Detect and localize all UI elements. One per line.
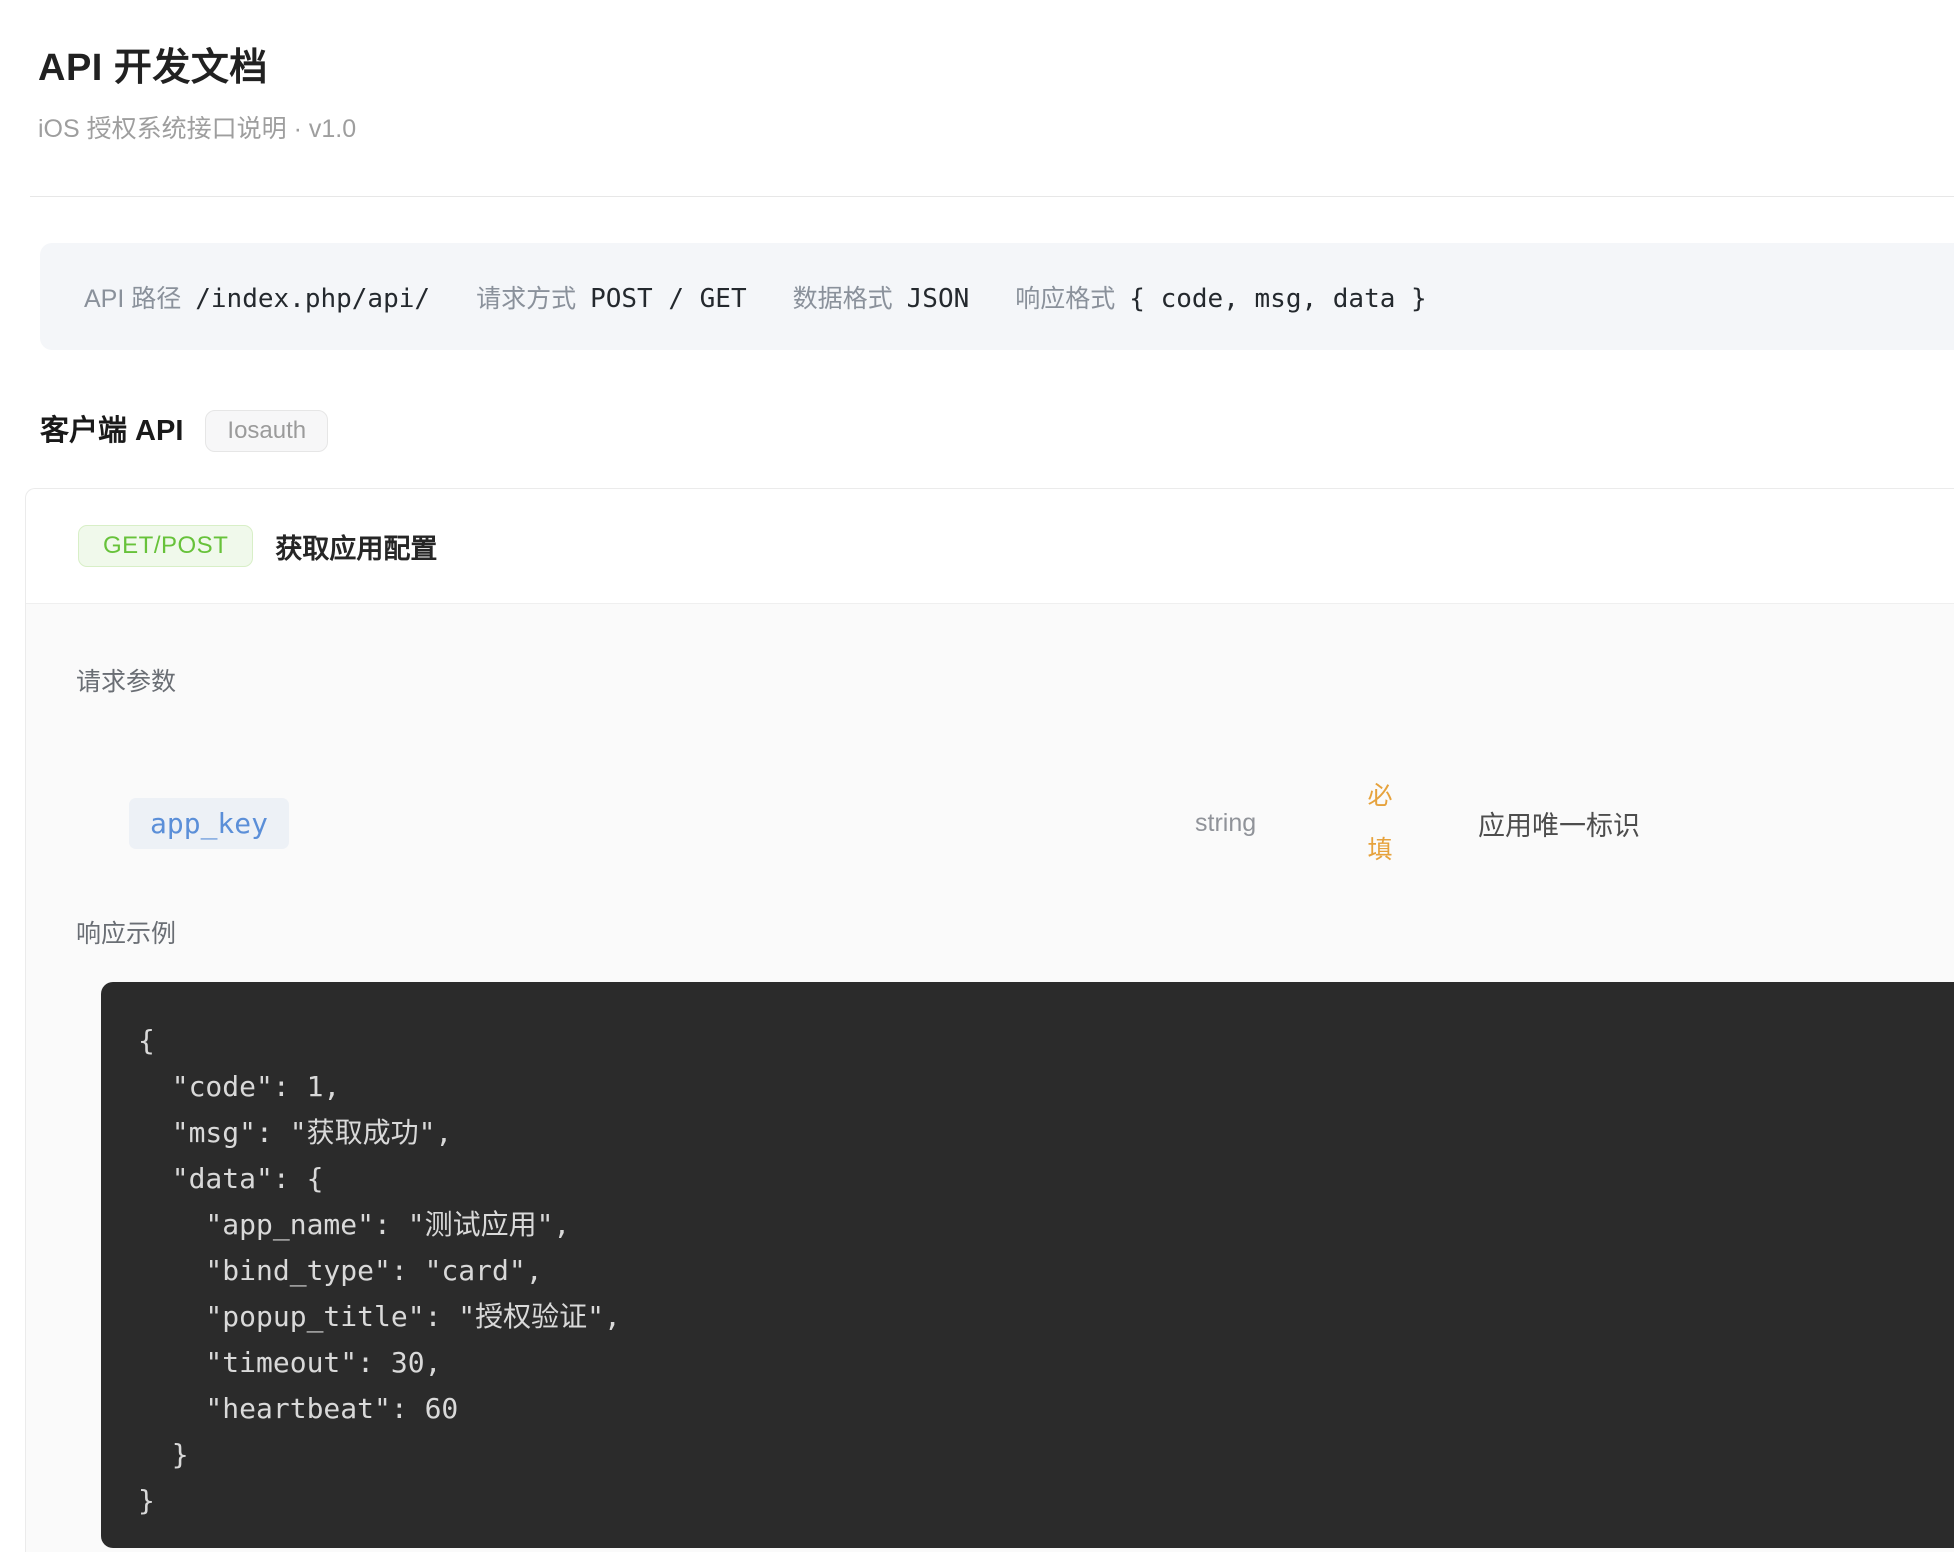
meta-value-data-format: JSON [907,284,970,314]
section-tag-badge: Iosauth [205,410,328,452]
meta-item-data-format: 数据格式 JSON [793,279,970,315]
param-required-badge: 必填 [1363,769,1397,877]
meta-item-api-path: API 路径 /index.php/api/ [84,279,430,315]
meta-value-request-method: POST / GET [590,284,747,314]
meta-value-response-format: { code, msg, data } [1129,284,1426,314]
http-method-badge: GET/POST [78,525,253,567]
meta-item-response-format: 响应格式 { code, msg, data } [1015,279,1426,315]
page-title: API 开发文档 [38,46,1954,90]
param-type: string [1195,809,1363,838]
section-title: 客户端 API [40,410,183,452]
meta-item-request-method: 请求方式 POST / GET [476,279,747,315]
param-name-chip: app_key [129,798,289,849]
response-json-code-block: { "code": 1, "msg": "获取成功", "data": { "a… [101,982,1954,1548]
endpoint-title: 获取应用配置 [275,527,437,566]
meta-label: 请求方式 [476,279,576,315]
response-example-label: 响应示例 [76,919,1954,949]
api-meta-bar: API 路径 /index.php/api/ 请求方式 POST / GET 数… [40,243,1954,350]
param-row: app_key string 必填 应用唯一标识 [76,769,1954,877]
endpoint-card-header: GET/POST 获取应用配置 [26,489,1954,603]
meta-label: 响应格式 [1015,279,1115,315]
client-api-section-heading: 客户端 API Iosauth [40,410,1954,452]
param-description: 应用唯一标识 [1478,804,1954,843]
meta-label: 数据格式 [793,279,893,315]
page-header: API 开发文档 iOS 授权系统接口说明 · v1.0 [0,0,1954,144]
header-divider [30,196,1954,197]
endpoint-card: GET/POST 获取应用配置 请求参数 app_key string 必填 应… [25,488,1954,1552]
meta-value-api-path: /index.php/api/ [195,284,430,314]
page-subtitle: iOS 授权系统接口说明 · v1.0 [38,114,1954,144]
meta-label: API 路径 [84,279,181,315]
request-params-label: 请求参数 [76,667,1954,697]
endpoint-card-body: 请求参数 app_key string 必填 应用唯一标识 响应示例 { "co… [26,603,1954,1552]
param-name-cell: app_key [129,798,1195,849]
